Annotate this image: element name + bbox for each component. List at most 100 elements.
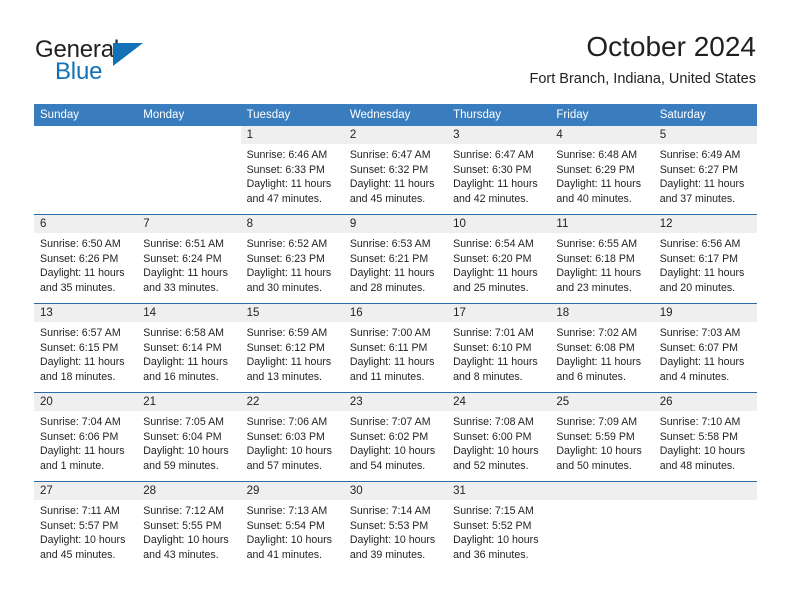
day-daylight2-text: and 30 minutes.: [246, 281, 322, 294]
calendar-day-cell[interactable]: 12 Sunrise: 6:56 AM Sunset: 6:17 PM Dayligh…: [653, 214, 757, 304]
calendar-day-cell[interactable]: 18 Sunrise: 7:02 AM Sunset: 6:08 PM Dayligh…: [550, 303, 654, 393]
calendar-day-cell[interactable]: 3 Sunrise: 6:47 AM Sunset: 6:30 PM Daylight…: [447, 126, 551, 215]
day-number: 16: [343, 304, 448, 322]
day-number: 13: [34, 304, 138, 322]
calendar-day-cell[interactable]: 16 Sunrise: 7:00 AM Sunset: 6:11 PM Dayligh…: [343, 303, 448, 393]
day-number: 18: [550, 304, 654, 322]
day-daylight2-text: and 50 minutes.: [556, 459, 632, 472]
day-sunrise-text: Sunrise: 7:12 AM: [143, 505, 224, 517]
day-sunset-text: Sunset: 6:03 PM: [246, 430, 325, 443]
calendar-day-cell[interactable]: 10 Sunrise: 6:54 AM Sunset: 6:20 PM Dayligh…: [447, 214, 551, 304]
day-sunset-text: Sunset: 6:08 PM: [556, 341, 635, 354]
calendar-day-cell[interactable]: 27 Sunrise: 7:11 AM Sunset: 5:57 PM Dayligh…: [34, 481, 138, 570]
day-daylight2-text: and 40 minutes.: [556, 192, 632, 205]
day-number: 19: [653, 304, 757, 322]
day-cell-inner: [137, 126, 241, 214]
day-cell-inner: 31 Sunrise: 7:15 AM Sunset: 5:52 PM Dayligh…: [447, 482, 551, 570]
calendar-day-cell[interactable]: 2 Sunrise: 6:47 AM Sunset: 6:32 PM Daylight…: [343, 126, 448, 215]
calendar-day-cell[interactable]: 30 Sunrise: 7:14 AM Sunset: 5:53 PM Dayligh…: [343, 481, 448, 570]
day-number: 8: [240, 215, 344, 233]
day-sunset-text: Sunset: 6:21 PM: [349, 252, 429, 265]
calendar-day-cell[interactable]: 20 Sunrise: 7:04 AM Sunset: 6:06 PM Dayligh…: [34, 392, 138, 482]
day-daylight2-text: and 45 minutes.: [349, 192, 426, 205]
day-daylight2-text: and 43 minutes.: [143, 548, 219, 561]
day-sunset-text: Sunset: 6:12 PM: [246, 341, 325, 354]
calendar-day-cell[interactable]: 31 Sunrise: 7:15 AM Sunset: 5:52 PM Dayligh…: [447, 481, 551, 570]
day-daylight1-text: Daylight: 11 hours: [40, 356, 125, 369]
day-daylight2-text: and 1 minute.: [40, 459, 105, 472]
day-cell-inner: 29 Sunrise: 7:13 AM Sunset: 5:54 PM Dayligh…: [240, 482, 344, 570]
calendar-day-cell[interactable]: 6 Sunrise: 6:50 AM Sunset: 6:26 PM Daylight…: [34, 214, 138, 304]
calendar-day-cell[interactable]: 28 Sunrise: 7:12 AM Sunset: 5:55 PM Dayligh…: [137, 481, 241, 570]
calendar-day-cell[interactable]: 14 Sunrise: 6:58 AM Sunset: 6:14 PM Dayligh…: [137, 303, 241, 393]
calendar-day-cell[interactable]: 22 Sunrise: 7:06 AM Sunset: 6:03 PM Dayligh…: [240, 392, 344, 482]
day-details: Sunrise: 6:52 AM Sunset: 6:23 PM Daylight:…: [241, 233, 344, 295]
day-cell-inner: 6 Sunrise: 6:50 AM Sunset: 6:26 PM Daylight…: [34, 215, 138, 303]
calendar-day-cell[interactable]: 26 Sunrise: 7:10 AM Sunset: 5:58 PM Dayligh…: [653, 392, 757, 482]
calendar-day-cell[interactable]: 19 Sunrise: 7:03 AM Sunset: 6:07 PM Dayligh…: [653, 303, 757, 393]
day-number: 10: [447, 215, 551, 233]
day-details: Sunrise: 7:02 AM Sunset: 6:08 PM Daylight:…: [550, 322, 653, 384]
day-sunrise-text: Sunrise: 7:05 AM: [143, 416, 224, 428]
day-daylight1-text: Daylight: 11 hours: [659, 267, 745, 280]
day-number: 21: [137, 393, 241, 411]
day-sunset-text: Sunset: 6:29 PM: [556, 163, 635, 176]
day-sunset-text: Sunset: 6:02 PM: [349, 430, 429, 443]
day-daylight1-text: Daylight: 11 hours: [143, 267, 228, 280]
day-details: Sunrise: 7:11 AM Sunset: 5:57 PM Daylight:…: [34, 500, 137, 562]
day-daylight1-text: Daylight: 11 hours: [659, 356, 745, 369]
day-number: [34, 126, 138, 144]
day-sunset-text: Sunset: 6:07 PM: [659, 341, 739, 354]
calendar-day-cell[interactable]: 4 Sunrise: 6:48 AM Sunset: 6:29 PM Daylight…: [550, 126, 654, 215]
calendar-day-cell[interactable]: 21 Sunrise: 7:05 AM Sunset: 6:04 PM Dayligh…: [137, 392, 241, 482]
day-sunrise-text: Sunrise: 6:58 AM: [143, 327, 224, 339]
day-daylight1-text: Daylight: 11 hours: [349, 178, 435, 191]
calendar-day-cell[interactable]: 24 Sunrise: 7:08 AM Sunset: 6:00 PM Dayligh…: [447, 392, 551, 482]
day-daylight2-text: and 11 minutes.: [349, 370, 425, 383]
day-number: 2: [343, 126, 448, 144]
day-details: Sunrise: 6:51 AM Sunset: 6:24 PM Daylight:…: [137, 233, 240, 295]
calendar-page: General Blue October 2024 Fort Branch, I…: [0, 0, 792, 612]
calendar-empty-cell: [137, 126, 241, 215]
calendar-day-cell[interactable]: 7 Sunrise: 6:51 AM Sunset: 6:24 PM Daylight…: [137, 214, 241, 304]
day-sunrise-text: Sunrise: 6:52 AM: [246, 238, 328, 250]
calendar-day-cell[interactable]: 25 Sunrise: 7:09 AM Sunset: 5:59 PM Dayligh…: [550, 392, 654, 482]
day-sunrise-text: Sunrise: 6:54 AM: [453, 238, 534, 250]
day-sunrise-text: Sunrise: 6:46 AM: [246, 149, 328, 161]
day-sunset-text: Sunset: 6:20 PM: [453, 252, 532, 265]
calendar-week-row: 1 Sunrise: 6:46 AM Sunset: 6:33 PM Daylight…: [34, 126, 757, 215]
day-details: Sunrise: 7:08 AM Sunset: 6:00 PM Daylight:…: [447, 411, 550, 473]
day-cell-inner: 19 Sunrise: 7:03 AM Sunset: 6:07 PM Dayligh…: [653, 304, 757, 392]
day-details: Sunrise: 7:09 AM Sunset: 5:59 PM Daylight:…: [550, 411, 653, 473]
day-number: [550, 482, 654, 500]
day-details: Sunrise: 7:14 AM Sunset: 5:53 PM Daylight:…: [344, 500, 447, 562]
calendar-day-cell[interactable]: 13 Sunrise: 6:57 AM Sunset: 6:15 PM Dayligh…: [34, 303, 138, 393]
calendar-day-cell[interactable]: 8 Sunrise: 6:52 AM Sunset: 6:23 PM Daylight…: [240, 214, 344, 304]
day-sunrise-text: Sunrise: 7:15 AM: [453, 505, 534, 517]
day-daylight2-text: and 54 minutes.: [349, 459, 426, 472]
day-number: 1: [240, 126, 344, 144]
calendar-day-cell[interactable]: 17 Sunrise: 7:01 AM Sunset: 6:10 PM Dayligh…: [447, 303, 551, 393]
day-daylight2-text: and 36 minutes.: [453, 548, 529, 561]
day-sunrise-text: Sunrise: 7:10 AM: [659, 416, 741, 428]
calendar-day-cell[interactable]: 11 Sunrise: 6:55 AM Sunset: 6:18 PM Dayligh…: [550, 214, 654, 304]
day-sunset-text: Sunset: 6:06 PM: [40, 430, 119, 443]
day-sunset-text: Sunset: 6:27 PM: [659, 163, 739, 176]
day-cell-inner: 5 Sunrise: 6:49 AM Sunset: 6:27 PM Daylight…: [653, 126, 757, 214]
day-daylight1-text: Daylight: 10 hours: [453, 445, 539, 458]
calendar-day-cell[interactable]: 23 Sunrise: 7:07 AM Sunset: 6:02 PM Dayligh…: [343, 392, 448, 482]
day-daylight1-text: Daylight: 10 hours: [349, 445, 436, 458]
calendar-day-cell[interactable]: 9 Sunrise: 6:53 AM Sunset: 6:21 PM Daylight…: [343, 214, 448, 304]
day-cell-inner: 12 Sunrise: 6:56 AM Sunset: 6:17 PM Dayligh…: [653, 215, 757, 303]
day-cell-inner: [550, 482, 654, 570]
day-sunrise-text: Sunrise: 7:11 AM: [40, 505, 120, 517]
calendar-day-cell[interactable]: 5 Sunrise: 6:49 AM Sunset: 6:27 PM Daylight…: [653, 126, 757, 215]
day-daylight1-text: Daylight: 11 hours: [659, 178, 745, 191]
calendar-day-cell[interactable]: 1 Sunrise: 6:46 AM Sunset: 6:33 PM Daylight…: [240, 126, 344, 215]
day-cell-inner: 23 Sunrise: 7:07 AM Sunset: 6:02 PM Dayligh…: [343, 393, 448, 481]
calendar-day-cell[interactable]: 15 Sunrise: 6:59 AM Sunset: 6:12 PM Dayligh…: [240, 303, 344, 393]
day-daylight1-text: Daylight: 11 hours: [349, 267, 435, 280]
day-cell-inner: 4 Sunrise: 6:48 AM Sunset: 6:29 PM Daylight…: [550, 126, 654, 214]
calendar-day-cell[interactable]: 29 Sunrise: 7:13 AM Sunset: 5:54 PM Dayligh…: [240, 481, 344, 570]
day-sunset-text: Sunset: 6:15 PM: [40, 341, 119, 354]
